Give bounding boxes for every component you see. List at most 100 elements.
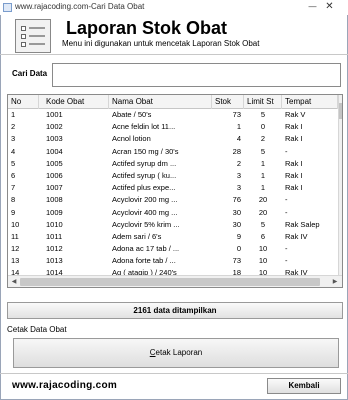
horizontal-scroll-thumb[interactable]: [20, 278, 320, 286]
table-cell: 6: [260, 231, 266, 241]
table-cell: Adem sari / 6's: [112, 231, 162, 241]
table-cell: Actifed plus expe...: [112, 183, 176, 193]
table-cell: Rak Salep: [285, 219, 320, 229]
column-header[interactable]: No: [8, 95, 39, 109]
page-subtitle: Menu ini digunakan untuk mencetak Lapora…: [62, 39, 260, 48]
search-input[interactable]: [52, 63, 341, 87]
table-cell: 10: [258, 244, 268, 254]
document-list-icon: [15, 19, 51, 53]
table-row[interactable]: 12 1012 Adona ac 17 tab / ... 0 10 -: [8, 243, 338, 255]
table-cell: 1012: [46, 244, 63, 254]
table-cell: 73: [232, 256, 241, 266]
column-header[interactable]: Kode Obat: [43, 95, 109, 109]
table-cell: 3: [11, 134, 16, 144]
column-header[interactable]: Limit St: [244, 95, 282, 109]
table-cell: 1: [260, 158, 266, 168]
table-row[interactable]: 13 1013 Adona forte tab / ... 73 10 -: [8, 255, 338, 267]
close-icon[interactable]: ✕: [323, 1, 336, 13]
table-cell: Acyclovir 5% krim ...: [112, 219, 180, 229]
table-cell: 5: [260, 110, 266, 119]
table-cell: Actifed syrup dm ...: [112, 158, 177, 168]
table-cell: -: [285, 207, 288, 217]
table-cell: 1007: [46, 183, 63, 193]
print-section-label: Cetak Data Obat: [7, 325, 67, 334]
table-cell: Adona ac 17 tab / ...: [112, 244, 180, 254]
table-cell: Acnol lotion: [112, 134, 151, 144]
column-header[interactable]: Nama Obat: [109, 95, 212, 109]
table-row[interactable]: 6 1006 Actifed syrup ( ku... 3 1 Rak I: [8, 170, 338, 182]
table-row[interactable]: 3 1003 Acnol lotion 4 2 Rak I: [8, 133, 338, 145]
table-row[interactable]: 2 1002 Acne feldin lot 11... 1 0 Rak I: [8, 121, 338, 133]
print-button-label: etak Laporan: [155, 348, 203, 357]
back-button[interactable]: Kembali: [267, 378, 341, 394]
table-cell: 28: [232, 146, 241, 156]
header-divider: [0, 54, 348, 55]
medicine-table[interactable]: No Kode Obat Nama Obat Stok Limit St Tempat 1…: [7, 94, 343, 288]
table-cell: 5: [11, 158, 16, 168]
table-cell: 20: [258, 207, 268, 217]
table-row[interactable]: 7 1007 Actifed plus expe... 3 1 Rak I: [8, 182, 338, 194]
footer-url: www.rajacoding.com: [12, 380, 118, 391]
table-row[interactable]: 10 1010 Acyclovir 5% krim ... 30 5 Rak Salep: [8, 219, 338, 231]
table-cell: 12: [11, 244, 20, 254]
window-app-icon: [3, 3, 12, 12]
table-cell: 10: [11, 219, 20, 229]
table-cell: Acne feldin lot 11...: [112, 122, 176, 132]
table-cell: Rak IV: [285, 231, 308, 241]
horizontal-scrollbar[interactable]: ◀ ▶: [8, 275, 342, 287]
table-cell: 2: [11, 122, 16, 132]
table-cell: 1004: [46, 146, 63, 156]
table-cell: Rak I: [285, 122, 303, 132]
table-cell: 1006: [46, 170, 63, 180]
table-cell: 1010: [46, 219, 63, 229]
table-cell: 5: [260, 146, 266, 156]
table-cell: 7: [11, 183, 16, 193]
table-cell: -: [285, 195, 288, 205]
table-cell: 0: [260, 122, 266, 132]
table-cell: 9: [11, 207, 16, 217]
column-header[interactable]: Tempat: [282, 95, 338, 109]
table-cell: Actifed syrup ( ku...: [112, 170, 177, 180]
table-cell: 4: [11, 146, 16, 156]
table-cell: 2: [236, 158, 241, 168]
table-cell: 1003: [46, 134, 63, 144]
table-cell: Rak I: [285, 158, 303, 168]
table-cell: 13: [11, 256, 20, 266]
table-row[interactable]: 5 1005 Actifed syrup dm ... 2 1 Rak I: [8, 158, 338, 170]
table-cell: Acyclovir 400 mg ...: [112, 207, 178, 217]
table-cell: Rak I: [285, 170, 303, 180]
vertical-scrollbar[interactable]: [338, 95, 342, 275]
table-cell: 1: [260, 170, 266, 180]
table-cell: 3: [236, 170, 241, 180]
table-cell: 8: [11, 195, 16, 205]
table-cell: 1: [260, 183, 266, 193]
scroll-right-icon[interactable]: ▶: [330, 277, 340, 287]
record-count-button[interactable]: 2161 data ditampilkan: [7, 302, 343, 319]
column-header[interactable]: Stok: [212, 95, 244, 109]
table-cell: 30: [232, 219, 241, 229]
title-bar: www.rajacoding.com-Cari Data Obat — ✕: [0, 0, 348, 15]
table-body: 1 1001 Abate / 50's 73 5 Rak V 2 1002 Acne feldi…: [8, 109, 338, 287]
table-cell: 6: [11, 170, 16, 180]
page-title: Laporan Stok Obat: [66, 18, 228, 38]
table-cell: Acyclovir 200 mg ...: [112, 195, 178, 205]
window-title: www.rajacoding.com-Cari Data Obat: [15, 2, 145, 11]
table-cell: Rak I: [285, 134, 303, 144]
table-cell: 9: [236, 231, 241, 241]
vertical-scroll-thumb[interactable]: [339, 103, 342, 119]
table-row[interactable]: 9 1009 Acyclovir 400 mg ... 30 20 -: [8, 207, 338, 219]
table-row[interactable]: 8 1008 Acyclovir 200 mg ... 76 20 -: [8, 194, 338, 206]
print-report-button[interactable]: Cetak Laporan: [13, 338, 339, 368]
search-label: Cari Data: [12, 69, 48, 78]
table-row[interactable]: 1 1001 Abate / 50's 73 5 Rak V: [8, 109, 338, 121]
table-header: No Kode Obat Nama Obat Stok Limit St Tempat: [8, 95, 338, 109]
table-row[interactable]: 4 1004 Acran 150 mg / 30's 28 5 -: [8, 146, 338, 158]
table-cell: 1009: [46, 207, 63, 217]
table-cell: 1005: [46, 158, 63, 168]
table-cell: 73: [232, 110, 241, 119]
table-row[interactable]: 11 1011 Adem sari / 6's 9 6 Rak IV: [8, 231, 338, 243]
table-cell: 11: [11, 231, 19, 241]
scroll-left-icon[interactable]: ◀: [9, 277, 19, 287]
table-cell: 2: [260, 134, 266, 144]
minimize-icon[interactable]: —: [306, 1, 319, 13]
